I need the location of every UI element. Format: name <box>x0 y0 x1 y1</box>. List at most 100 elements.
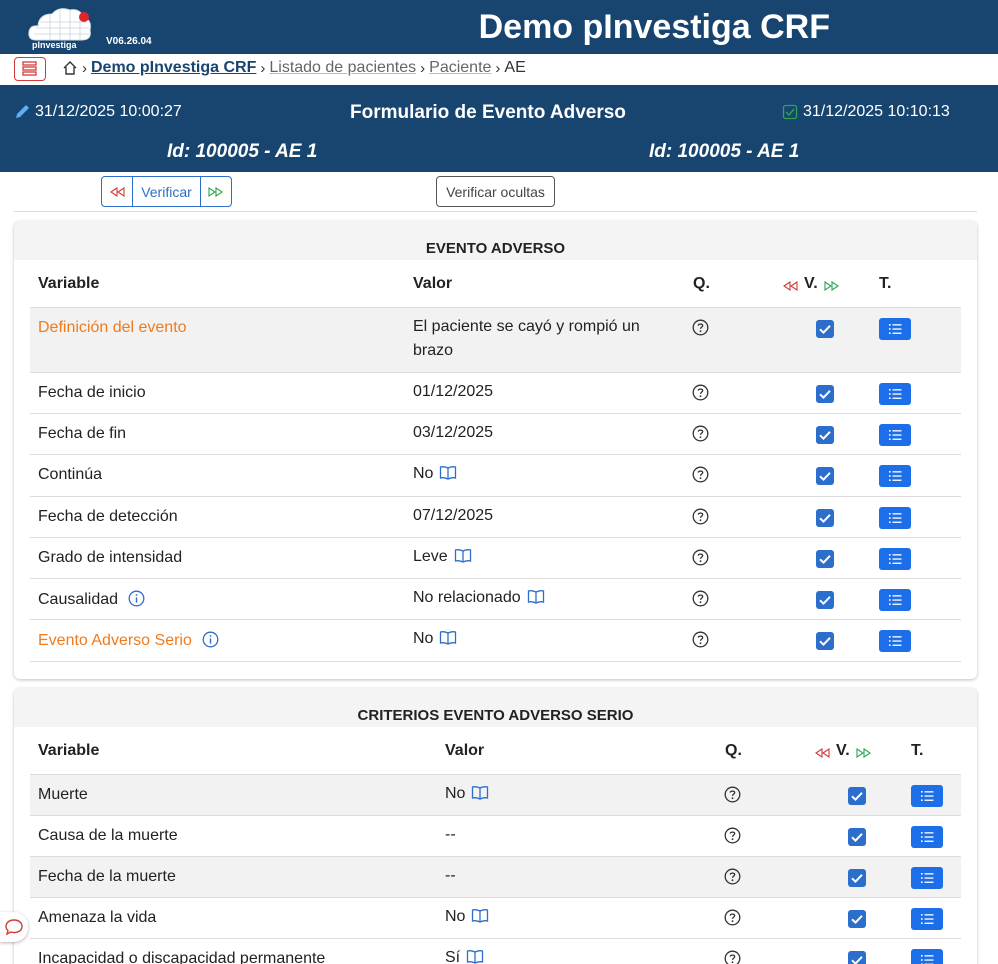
audit-trail-button[interactable] <box>879 424 911 446</box>
value-cell: Sí <box>445 946 484 964</box>
query-icon[interactable] <box>692 631 709 653</box>
verified-checkbox[interactable] <box>848 787 866 805</box>
query-icon[interactable] <box>692 319 709 341</box>
info-icon[interactable] <box>202 631 219 653</box>
query-icon[interactable] <box>724 909 741 931</box>
query-icon[interactable] <box>724 786 741 808</box>
section-evento-adverso: EVENTO ADVERSO Variable Valor Q. V. T. Defini… <box>14 221 977 679</box>
double-arrow-right-icon <box>208 186 223 197</box>
query-icon[interactable] <box>692 425 709 447</box>
variable-name: Muerte <box>38 786 88 803</box>
query-icon[interactable] <box>692 508 709 530</box>
codebook-icon[interactable] <box>471 784 489 808</box>
value-text: No <box>413 630 434 647</box>
value-cell: -- <box>445 823 456 847</box>
audit-trail-button[interactable] <box>879 465 911 487</box>
value-text-continued: brazo <box>413 342 454 359</box>
column-header-variable: Variable <box>38 742 100 759</box>
codebook-icon[interactable] <box>466 948 484 964</box>
table-row: Causa de la muerte -- <box>30 816 961 857</box>
variable-label: Fecha de inicio <box>38 384 146 402</box>
section-body: Variable Valor Q. V. T. Definición del evento… <box>14 260 977 679</box>
audit-trail-button[interactable] <box>911 908 943 930</box>
created-info: 31/12/2025 10:00:27 <box>14 103 182 121</box>
menu-toggle-button[interactable] <box>14 57 46 81</box>
variable-label: Continúa <box>38 466 102 484</box>
verified-checkbox[interactable] <box>816 632 834 650</box>
audit-trail-button[interactable] <box>911 949 943 964</box>
table-row: Continúa No <box>30 455 961 497</box>
audit-trail-button[interactable] <box>879 318 911 340</box>
codebook-icon[interactable] <box>471 907 489 931</box>
audit-trail-button[interactable] <box>879 630 911 652</box>
chat-button[interactable] <box>0 912 28 942</box>
info-icon[interactable] <box>128 590 145 612</box>
value-cell: No relacionado <box>413 586 545 612</box>
verify-column-next-icon[interactable] <box>856 745 873 763</box>
audit-trail-button[interactable] <box>879 589 911 611</box>
query-icon[interactable] <box>692 590 709 612</box>
verified-checkbox[interactable] <box>816 467 834 485</box>
variable-name: Amenaza la vida <box>38 909 157 926</box>
breadcrumb-bar: › Demo pInvestiga CRF › Listado de pacie… <box>0 54 998 84</box>
verified-info: 31/12/2025 10:10:13 <box>782 103 950 121</box>
breadcrumb-patient[interactable]: Paciente <box>429 59 491 77</box>
verified-checkbox[interactable] <box>848 951 866 964</box>
query-icon[interactable] <box>692 466 709 488</box>
verify-column-previous-icon[interactable] <box>814 745 831 763</box>
verified-checkbox[interactable] <box>816 320 834 338</box>
app-title: Demo pInvestiga CRF <box>478 8 830 46</box>
query-icon[interactable] <box>724 827 741 849</box>
audit-trail-button[interactable] <box>911 867 943 889</box>
column-header-tracking: T. <box>879 275 892 292</box>
verify-column-next-icon[interactable] <box>824 278 841 296</box>
verified-checkbox[interactable] <box>848 910 866 928</box>
verify-column-previous-icon[interactable] <box>782 278 799 296</box>
audit-trail-button[interactable] <box>879 383 911 405</box>
variable-label: Definición del evento <box>38 319 187 337</box>
variable-label: Incapacidad o discapacidad permanente <box>38 950 325 964</box>
verify-button[interactable]: Verificar <box>133 177 201 206</box>
audit-trail-button[interactable] <box>879 548 911 570</box>
variable-name: Causa de la muerte <box>38 827 178 844</box>
audit-trail-button[interactable] <box>911 785 943 807</box>
value-text: 07/12/2025 <box>413 507 494 524</box>
codebook-icon[interactable] <box>439 629 457 653</box>
breadcrumb-patient-list[interactable]: Listado de pacientes <box>269 59 416 77</box>
verified-checkbox[interactable] <box>816 550 834 568</box>
codebook-icon[interactable] <box>454 547 472 571</box>
verify-hidden-button[interactable]: Verificar ocultas <box>436 176 555 207</box>
table-row: Fecha de fin 03/12/2025 <box>30 414 961 455</box>
breadcrumb-study[interactable]: Demo pInvestiga CRF <box>91 59 256 77</box>
pinvestiga-logo[interactable]: pInvestiga <box>26 4 96 50</box>
query-icon[interactable] <box>724 868 741 890</box>
query-icon[interactable] <box>724 950 741 964</box>
table-row: Fecha de detección 07/12/2025 <box>30 497 961 538</box>
verified-checkbox[interactable] <box>816 591 834 609</box>
codebook-icon[interactable] <box>527 588 545 612</box>
codebook-icon[interactable] <box>439 464 457 488</box>
verify-next-button[interactable] <box>201 177 231 206</box>
verified-checkbox[interactable] <box>816 509 834 527</box>
value-text: No relacionado <box>413 589 521 606</box>
variable-name: Continúa <box>38 466 103 483</box>
verified-checkbox[interactable] <box>848 828 866 846</box>
home-icon[interactable] <box>62 60 78 76</box>
form-title: Formulario de Evento Adverso <box>350 102 626 123</box>
verify-previous-button[interactable] <box>102 177 133 206</box>
verified-checkbox[interactable] <box>848 869 866 887</box>
query-icon[interactable] <box>692 384 709 406</box>
value-text: -- <box>445 826 456 843</box>
verified-checkbox[interactable] <box>816 385 834 403</box>
record-id-right: Id: 100005 - AE 1 <box>649 141 800 162</box>
column-header-query: Q. <box>693 275 710 292</box>
query-icon[interactable] <box>692 549 709 571</box>
column-header-verified: V. <box>804 275 818 292</box>
variable-label: Muerte <box>38 786 88 804</box>
audit-trail-button[interactable] <box>879 507 911 529</box>
variable-label: Causalidad <box>38 590 145 612</box>
audit-trail-button[interactable] <box>911 826 943 848</box>
toolbar-divider <box>14 211 977 212</box>
value-cell: No <box>445 905 489 931</box>
verified-checkbox[interactable] <box>816 426 834 444</box>
